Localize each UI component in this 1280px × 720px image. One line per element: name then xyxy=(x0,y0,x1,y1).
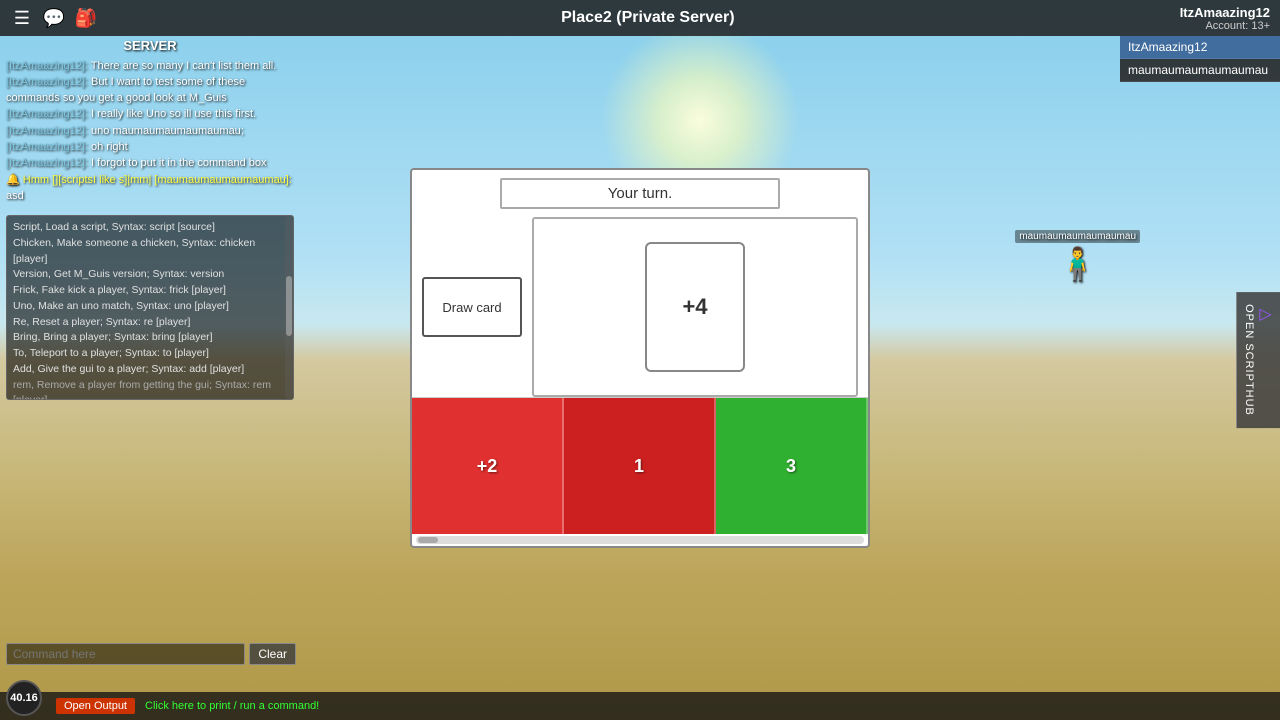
chat-message: [ItzAmaazing12]: oh right xyxy=(6,140,294,155)
chat-username: [ItzAmaazing12]: xyxy=(6,141,88,153)
hand-card-1[interactable]: 1 xyxy=(564,398,716,534)
topbar: ☰ 💬 🎒 Place2 (Private Server) ItzAmaazin… xyxy=(0,0,1280,36)
character-body: 🧍‍♂️ xyxy=(1015,245,1140,283)
script-list-box: Script, Load a script, Syntax: script [s… xyxy=(6,215,294,400)
discard-pile-area: +4 xyxy=(532,217,858,397)
topbar-account: Account: 13+ xyxy=(1180,20,1270,32)
script-line: Bring, Bring a player; Syntax: bring [pl… xyxy=(13,330,279,346)
menu-icon[interactable]: ☰ xyxy=(10,6,34,30)
level-badge: 40.16 xyxy=(6,680,42,716)
script-line: Script, Load a script, Syntax: script [s… xyxy=(13,220,279,236)
topbar-user: ItzAmaazing12 Account: 13+ xyxy=(1180,5,1270,32)
chat-messages: [ItzAmaazing12]: There are so many I can… xyxy=(0,55,300,210)
chat-icon[interactable]: 💬 xyxy=(42,6,66,30)
chat-username: [ItzAmaazing12]: xyxy=(6,125,88,137)
script-line: Chicken, Make someone a chicken, Syntax:… xyxy=(13,236,279,268)
draw-card-button[interactable]: Draw card xyxy=(422,277,522,337)
statusbar: 40.16 Open Output Click here to print / … xyxy=(0,692,1280,720)
chat-username: [ItzAmaazing12]: xyxy=(6,108,88,120)
turn-banner: Your turn. xyxy=(500,178,780,209)
hand-area: +2 1 3 xyxy=(412,397,868,534)
script-line: To, Teleport to a player; Syntax: to [pl… xyxy=(13,346,279,362)
script-line: Version, Get M_Guis version; Syntax: ver… xyxy=(13,267,279,283)
script-scrollbar[interactable] xyxy=(285,216,293,399)
chat-text: I really like Uno so ill use this first. xyxy=(91,108,256,120)
character-name-tag: maumaumaumaumaumau xyxy=(1015,230,1140,243)
script-line: rem, Remove a player from getting the gu… xyxy=(13,378,279,401)
script-line: Add, Give the gui to a player; Syntax: a… xyxy=(13,362,279,378)
script-line: Uno, Make an uno match, Syntax: uno [pla… xyxy=(13,299,279,315)
window-title: Place2 (Private Server) xyxy=(116,9,1180,27)
game-character: maumaumaumaumaumau 🧍‍♂️ xyxy=(1015,230,1140,283)
userlist: ItzAmaazing12 maumaumaumaumaumau xyxy=(1120,36,1280,82)
status-message[interactable]: Open Output xyxy=(56,698,135,714)
chat-message: [ItzAmaazing12]: But I want to test some… xyxy=(6,75,294,106)
chat-text: I forgot to put it in the command box xyxy=(91,157,266,169)
modal-scrollbar[interactable] xyxy=(416,536,864,544)
chat-message: [ItzAmaazing12]: I really like Uno so il… xyxy=(6,107,294,122)
topbar-username: ItzAmaazing12 xyxy=(1180,5,1270,20)
hand-card-0[interactable]: +2 xyxy=(412,398,564,534)
status-hint: Click here to print / run a command! xyxy=(145,700,319,712)
command-input[interactable] xyxy=(6,643,245,665)
card-play-area: Draw card +4 xyxy=(412,217,868,397)
chat-message: [ItzAmaazing12]: uno maumaumaumaumaumau; xyxy=(6,124,294,139)
chat-username: [ItzAmaazing12]: xyxy=(6,76,88,88)
script-scrollbar-thumb xyxy=(286,276,292,336)
chat-asd: asd xyxy=(6,189,294,204)
scripthub-button[interactable]: ▷ OPEN SCRIPTHUB xyxy=(1236,292,1280,428)
chat-text: uno maumaumaumaumaumau; xyxy=(91,125,244,137)
script-line: Frick, Fake kick a player, Syntax: frick… xyxy=(13,283,279,299)
chat-message: [ItzAmaazing12]: I forgot to put it in t… xyxy=(6,156,294,171)
chat-username: [ItzAmaazing12]: xyxy=(6,157,88,169)
chat-message: [ItzAmaazing12]: There are so many I can… xyxy=(6,59,294,74)
hand-card-2[interactable]: 3 xyxy=(716,398,868,534)
userlist-item[interactable]: ItzAmaazing12 xyxy=(1120,36,1280,59)
backpack-icon[interactable]: 🎒 xyxy=(74,6,98,30)
chat-username: [ItzAmaazing12]: xyxy=(6,60,88,72)
chat-text: oh right xyxy=(91,141,128,153)
chat-text: There are so many I can't list them all. xyxy=(91,60,277,72)
chat-system-tag: 🔔 Hmm [][scriptsI like s]|mm| [maumaumau… xyxy=(6,174,292,186)
command-area: Clear xyxy=(6,643,296,665)
scripthub-label: OPEN SCRIPTHUB xyxy=(1243,304,1255,416)
scripthub-icon: ▷ xyxy=(1255,304,1274,412)
modal-scrollbar-thumb xyxy=(418,537,438,543)
chat-message: 🔔 Hmm [][scriptsI like s]|mm| [maumaumau… xyxy=(6,173,294,188)
userlist-item[interactable]: maumaumaumaumaumau xyxy=(1120,59,1280,82)
script-line: Re, Reset a player; Syntax: re [player] xyxy=(13,315,279,331)
uno-modal: Your turn. Draw card +4 +2 1 3 xyxy=(410,168,870,548)
clear-button[interactable]: Clear xyxy=(249,643,296,665)
server-label: SERVER xyxy=(0,36,300,55)
top-card: +4 xyxy=(645,242,745,372)
